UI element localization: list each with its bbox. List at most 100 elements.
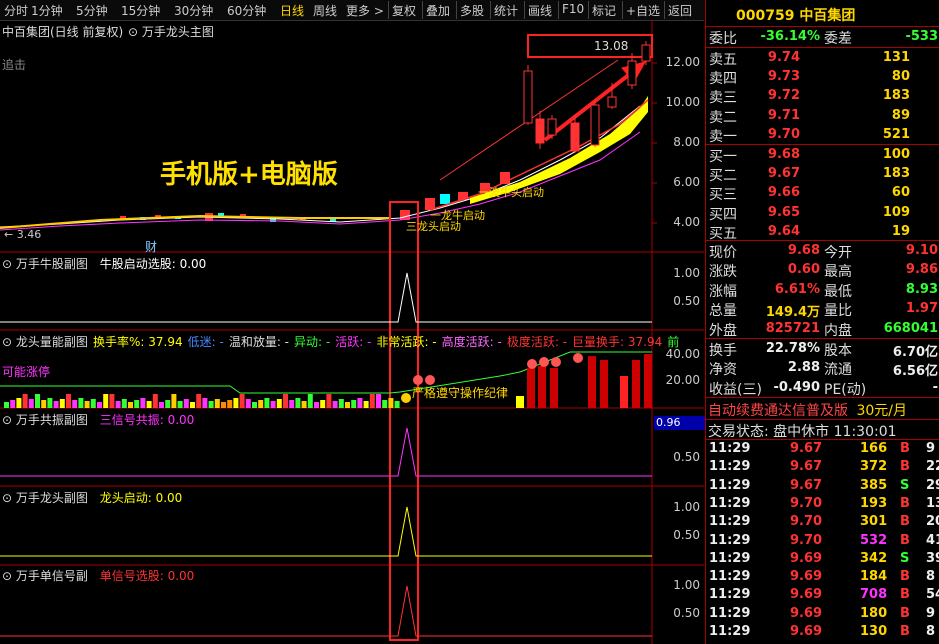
tick-count: 8	[926, 569, 936, 585]
chevron-down-icon: ⊙	[2, 257, 16, 271]
sub4-value: 龙头启动: 0.00	[99, 491, 183, 505]
stat-label-2: 内盘	[824, 322, 852, 339]
tick-price: 9.69	[790, 605, 823, 621]
volume-bar	[382, 400, 388, 408]
tick-time: 11:29	[709, 495, 751, 511]
signal-highlight-box	[389, 201, 419, 641]
volume-bar	[97, 402, 102, 408]
period-1[interactable]: 1分钟	[31, 2, 63, 19]
stat2-row: 净资 2.88 流通 6.56亿	[706, 358, 939, 379]
volume-bar	[295, 398, 301, 408]
tool-button-5[interactable]: F10	[562, 2, 584, 16]
stat-label: 涨幅	[709, 283, 737, 300]
trade-status-value: 盘中休市	[773, 424, 830, 440]
volume-bar	[171, 394, 177, 408]
tool-button-8[interactable]: 返回	[668, 2, 692, 19]
sub5-header[interactable]: ⊙ 万手单信号副 单信号选股: 0.00	[2, 567, 194, 584]
ask-label: 卖五	[709, 52, 737, 68]
bid-price: 9.65	[767, 204, 800, 220]
discipline-note: 严格遵守操作纪律	[412, 386, 509, 400]
tick-volume: 532	[860, 532, 888, 548]
tool-button-6[interactable]: 标记	[592, 2, 616, 19]
sub3-title: 万手共振副图	[15, 413, 88, 427]
volume-bar	[351, 400, 357, 408]
period-8[interactable]: 更多 >	[346, 2, 384, 19]
bid-row: 买一 9.68 100	[706, 145, 939, 165]
period-5[interactable]: 60分钟	[227, 2, 266, 19]
tick-volume: 193	[860, 495, 888, 511]
stat2-row: 收益(三) -0.490 PE(动) -	[706, 378, 939, 398]
sub2-legend-item: 低迷: -	[187, 335, 224, 349]
sub2-legend-item: 活跃: -	[335, 335, 372, 349]
sub2-header[interactable]: ⊙ 龙头量能副图	[2, 333, 88, 350]
sub4-header[interactable]: ⊙ 万手龙头副图 龙头启动: 0.00	[2, 489, 182, 506]
sub4-axis-1: 1.00	[673, 500, 700, 514]
bid-label: 买二	[709, 168, 737, 185]
volume-bar	[394, 401, 400, 408]
toolbar-separator	[664, 1, 665, 19]
tick-time: 11:29	[709, 587, 751, 603]
tick-side: B	[900, 605, 910, 621]
bid-label: 买四	[709, 206, 737, 223]
sub3-header[interactable]: ⊙ 万手共振副图 三信号共振: 0.00	[2, 411, 194, 428]
bid-row: 买二 9.67 183	[706, 164, 939, 185]
bid-label: 买三	[709, 187, 737, 204]
sub3-baseline	[0, 427, 652, 477]
stat-value-2: 9.86	[905, 262, 938, 278]
bid-row: 买五 9.64 19	[706, 222, 939, 242]
stock-name: 中百集团	[799, 8, 856, 24]
ask-volume: 183	[882, 88, 910, 104]
tick-side: B	[900, 514, 910, 530]
tool-button-1[interactable]: 叠加	[426, 2, 450, 19]
volume-bar	[388, 398, 394, 408]
stat-value: 0.60	[787, 262, 820, 278]
period-7[interactable]: 周线	[313, 2, 337, 19]
renewal-ad[interactable]: 自动续费通达信普及版 30元/月	[708, 400, 907, 420]
tick-side: B	[900, 624, 910, 639]
sub1-header[interactable]: ⊙ 万手牛股副图 牛股启动选股: 0.00	[2, 255, 206, 272]
candle-body	[547, 118, 557, 136]
tool-button-3[interactable]: 统计	[494, 2, 518, 19]
stat-row: 现价 9.68 今开 9.10	[706, 241, 939, 261]
volume-bar	[16, 398, 22, 408]
period-3[interactable]: 15分钟	[121, 2, 160, 19]
quote-panel: 000759 中百集团 委比 -36.14% 委差 -533 卖五 9.74 131…	[705, 0, 939, 644]
volume-bar	[363, 401, 369, 408]
volume-bar	[357, 398, 363, 408]
tick-price: 9.69	[790, 587, 823, 603]
tick-volume: 708	[860, 587, 888, 603]
stat-row: 总量 149.4万 量比 1.97	[706, 299, 939, 320]
stat-value: 825721	[765, 320, 820, 336]
tick-volume: 301	[860, 514, 888, 530]
period-6[interactable]: 日线	[280, 2, 304, 19]
stat2-label-2: 股本	[824, 343, 852, 359]
renewal-ad-price: 30元/月	[856, 403, 907, 419]
weibi-label: 委比	[709, 31, 737, 47]
tool-button-7[interactable]: +自选	[626, 2, 660, 19]
volume-bar	[115, 401, 121, 408]
period-4[interactable]: 30分钟	[174, 2, 213, 19]
tick-count: 29	[926, 477, 939, 493]
tick-volume: 385	[860, 477, 888, 493]
candle-body	[570, 122, 580, 152]
sub2-legend-item: 非常活跃: -	[376, 335, 437, 349]
tick-price: 9.67	[790, 477, 823, 493]
price-label-8: 8.00	[673, 135, 700, 149]
sub2-axis-2: 20.00	[665, 373, 700, 387]
sub4-axis-2: 0.50	[673, 528, 700, 542]
period-0[interactable]: 分时	[4, 2, 28, 19]
tick-time: 11:29	[709, 459, 751, 475]
volume-bar	[41, 400, 47, 408]
chevron-down-icon: ⊙	[2, 335, 16, 349]
tool-button-4[interactable]: 画线	[528, 2, 552, 19]
volume-bar	[270, 401, 276, 408]
tick-volume: 180	[860, 605, 888, 621]
sub3-value: 三信号共振: 0.00	[99, 413, 195, 427]
tool-button-2[interactable]: 多股	[460, 2, 484, 19]
volume-bar	[326, 394, 332, 408]
volume-bar	[369, 394, 375, 408]
candle-body	[607, 96, 617, 108]
period-2[interactable]: 5分钟	[76, 2, 108, 19]
tick-time: 11:29	[709, 441, 751, 456]
tool-button-0[interactable]: 复权	[392, 2, 416, 19]
